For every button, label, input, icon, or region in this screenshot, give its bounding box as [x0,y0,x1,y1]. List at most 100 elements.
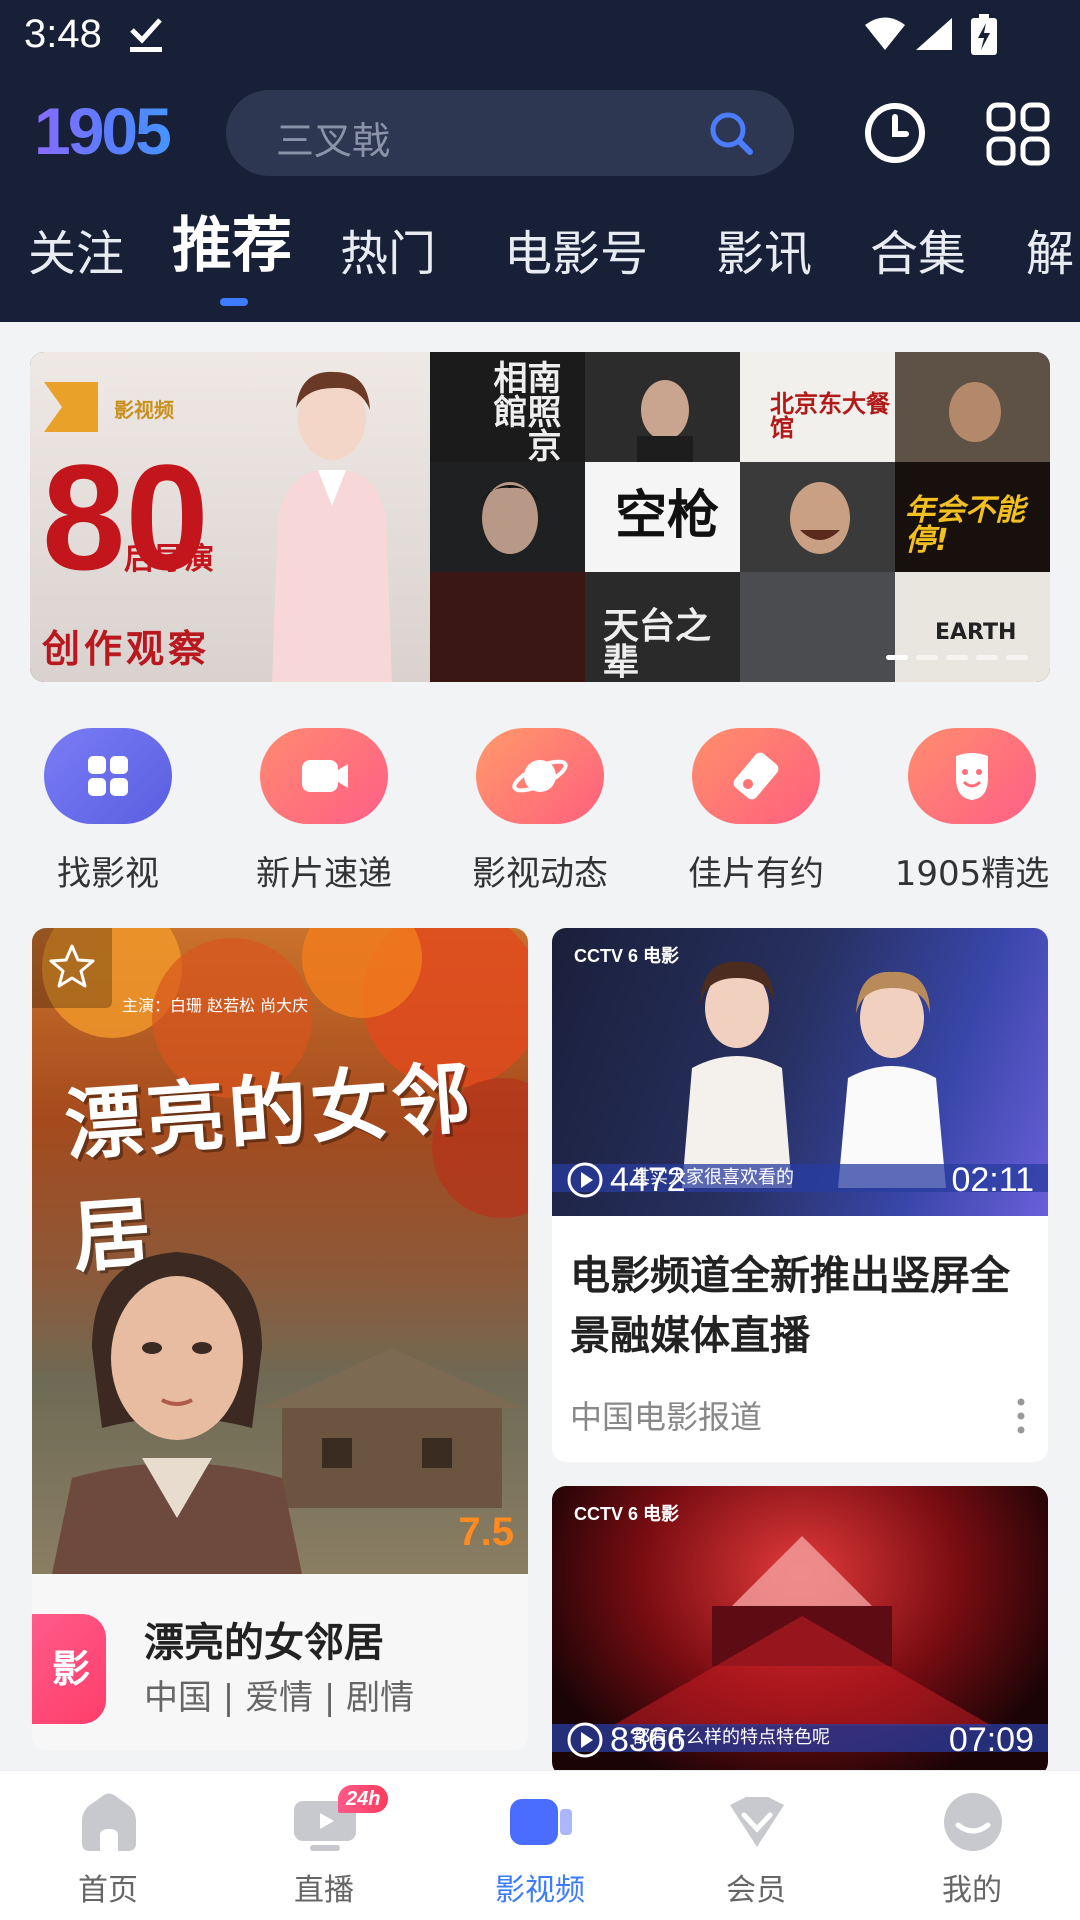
search-bar[interactable]: 三叉戟 [226,90,794,176]
history-clock-icon[interactable] [862,100,928,166]
tab-recommend[interactable]: 推荐 [172,216,292,276]
diamond-vip-icon [730,1797,784,1847]
banner-poster-3: 北京东大餐馆 [740,352,895,462]
video-camera-icon [302,760,348,792]
film-badge: 影 [32,1614,106,1724]
active-tab-indicator [220,298,248,306]
apps-grid-icon[interactable] [986,102,1050,166]
profile-icon [944,1793,1002,1851]
banner-poster-9 [430,572,585,682]
banner-poster-2 [585,352,740,462]
banner-dot[interactable] [886,655,908,660]
grid-icon [88,756,128,796]
banner-tag: 影视频 [114,398,174,422]
nav-label: 会员 [726,1873,786,1908]
quick-1905-picks[interactable]: 1905精选 [864,722,1080,902]
nav-label: 首页 [78,1873,138,1908]
category-tabs: 关注 推荐 热门 电影号 影讯 合集 解 [0,214,1080,314]
search-icon[interactable] [706,108,756,158]
favorite-button[interactable] [32,928,112,1008]
play-count-value: 8366 [610,1720,686,1759]
tab-news[interactable]: 影讯 [716,224,812,284]
tab-more-cut[interactable]: 解 [1026,224,1074,284]
battery-charging-icon [971,14,997,55]
banner-dot[interactable] [976,655,998,660]
banner-feature-panel: 影视频 80 后导演 创作观察 [30,352,430,682]
quick-find-video-bg [44,728,172,824]
nav-profile[interactable]: 我的 [864,1771,1080,1920]
movie-score: 7.5 [458,1510,514,1554]
nav-live[interactable]: 24h 直播 [216,1771,432,1920]
search-placeholder: 三叉戟 [276,119,391,163]
quick-entry-row: 找影视 新片速递 影视动态 佳片有约 1905精选 [0,722,1080,902]
app-logo[interactable]: 1905 [34,96,202,166]
nav-home[interactable]: 首页 [0,1771,216,1920]
play-count: 4472 [566,1160,686,1200]
bottom-navigation: 首页 24h 直播 影视频 会员 我的 [0,1770,1080,1920]
star-outline-icon [49,944,95,988]
video-thumbnail: CCTV 6 电影 其实大家很喜欢看的 4472 02:11 [552,928,1048,1216]
banner-poster-8: 年会不能停! [895,462,1050,572]
quick-label: 影视动态 [472,854,608,894]
planet-icon [512,759,568,793]
video-card[interactable]: CCTV 6 电影 其实大家很喜欢看的 4472 02:11 电影频道全新推出竖… [552,928,1048,1462]
banner-poster-5 [430,462,585,572]
video-card[interactable]: CCTV 6 电影 都有什么样的特点特色呢 8366 07:09 [552,1486,1048,1776]
ticket-icon [733,752,779,800]
quick-film-news-bg [476,728,604,824]
tab-collections[interactable]: 合集 [870,224,966,284]
tab-movie-account[interactable]: 电影号 [504,224,648,284]
banner-dot[interactable] [946,655,968,660]
wifi-icon [865,17,905,50]
banner-host-image [272,371,392,682]
banner-dot[interactable] [916,655,938,660]
quick-label: 找影视 [57,854,159,894]
actress-portrait [52,1252,302,1574]
more-vertical-icon[interactable] [1016,1396,1026,1436]
hosts-image [682,961,946,1188]
banner-dot[interactable] [1006,655,1028,660]
movie-card[interactable]: 主演：白珊 赵若松 尚大庆 漂亮的女邻居 7.5 影 漂亮的女邻居 中国 | 爱… [32,928,528,1750]
top-header: 3:48 1905 三叉戟 关注 推荐 热门 电影号 影讯 合集 解 [0,0,1080,322]
nav-vip[interactable]: 会员 [648,1771,864,1920]
promo-banner[interactable]: 影视频 80 后导演 创作观察 南照京相館 北京东大餐馆 空枪 年会不能停! 天… [30,352,1050,682]
banner-poster-4 [895,352,1050,462]
video-duration: 07:09 [948,1721,1034,1759]
nav-label: 影视频 [495,1873,585,1908]
quick-good-films-bg [692,728,820,824]
quick-new-releases-bg [260,728,388,824]
signal-icon [916,18,952,50]
quick-film-news[interactable]: 影视动态 [432,722,648,902]
nav-label: 我的 [942,1873,1002,1908]
video-thumbnail: CCTV 6 电影 都有什么样的特点特色呢 8366 07:09 [552,1486,1048,1776]
poster-cast: 主演：白珊 赵若松 尚大庆 [122,996,309,1015]
play-count: 8366 [566,1720,686,1760]
stage-image [612,1536,992,1726]
video-icon [510,1799,572,1845]
live-24h-badge: 24h [338,1785,389,1813]
quick-find-video[interactable]: 找影视 [0,722,216,902]
status-bar: 3:48 [0,0,1080,72]
video-duration: 02:11 [951,1161,1034,1199]
quick-label: 佳片有约 [688,854,824,894]
video-title: 电影频道全新推出竖屏全景融媒体直播 [570,1253,1010,1359]
tab-follow[interactable]: 关注 [28,224,124,284]
banner-pagination [886,655,1028,660]
banner-tagline: 创作观察 [42,627,211,671]
quick-new-releases[interactable]: 新片速递 [216,722,432,902]
banner-poster-11 [740,572,895,682]
quick-1905-picks-bg [908,728,1036,824]
banner-poster-7 [740,462,895,572]
play-count-value: 4472 [610,1160,686,1199]
quick-good-films[interactable]: 佳片有约 [648,722,864,902]
movie-info: 影 漂亮的女邻居 中国 | 爱情 | 剧情 [32,1574,528,1750]
banner-poster-12: EARTH [895,572,1050,682]
status-time: 3:48 [24,12,102,56]
mask-icon [956,753,988,800]
movie-poster: 主演：白珊 赵若松 尚大庆 漂亮的女邻居 7.5 [32,928,528,1574]
nav-label: 直播 [294,1873,354,1908]
nav-videos[interactable]: 影视频 [432,1771,648,1920]
banner-poster-1: 南照京相館 [430,352,585,462]
quick-label: 新片速递 [256,854,392,894]
tab-hot[interactable]: 热门 [340,224,436,284]
